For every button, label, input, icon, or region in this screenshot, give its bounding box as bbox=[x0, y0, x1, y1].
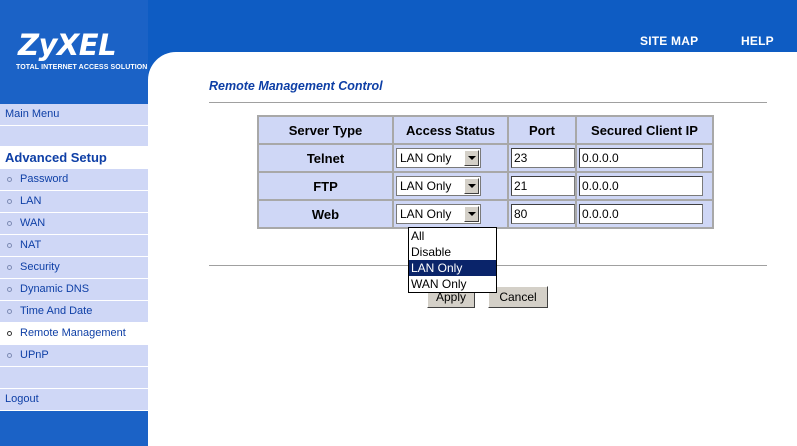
sidebar-spacer bbox=[0, 367, 148, 389]
column-header: Port bbox=[509, 117, 575, 143]
port-cell: 21 bbox=[509, 173, 575, 199]
dropdown-option-all[interactable]: All bbox=[409, 228, 496, 244]
port-cell: 23 bbox=[509, 145, 575, 171]
sidebar-spacer bbox=[0, 126, 148, 147]
help-link[interactable]: HELP bbox=[741, 34, 774, 48]
sidebar-item-label: Remote Management bbox=[20, 327, 126, 339]
select-value: LAN Only bbox=[400, 207, 452, 221]
bullet-icon bbox=[7, 287, 12, 292]
logo-tagline: TOTAL INTERNET ACCESS SOLUTION bbox=[16, 64, 148, 71]
access-status-cell: LAN Only bbox=[394, 145, 507, 171]
sidebar-item-label: Logout bbox=[5, 393, 39, 405]
bullet-icon bbox=[7, 353, 12, 358]
header-corner-curve bbox=[148, 52, 204, 108]
access-status-cell: LAN Only bbox=[394, 173, 507, 199]
server-type-cell: Web bbox=[259, 201, 392, 227]
chevron-down-icon[interactable] bbox=[464, 206, 479, 222]
table-row: Web LAN Only 80 0.0.0.0 bbox=[259, 201, 712, 227]
dropdown-option-disable[interactable]: Disable bbox=[409, 244, 496, 260]
sidebar-item-main-menu[interactable]: Main Menu bbox=[0, 104, 148, 126]
sidebar-item-label: Time And Date bbox=[20, 305, 93, 317]
remote-management-table: Server Type Access Status Port Secured C… bbox=[257, 115, 714, 229]
site-map-link[interactable]: SITE MAP bbox=[640, 34, 698, 48]
client-ip-cell: 0.0.0.0 bbox=[577, 173, 712, 199]
sidebar-item-security[interactable]: Security bbox=[0, 257, 148, 279]
cancel-button[interactable]: Cancel bbox=[488, 286, 548, 308]
bullet-icon bbox=[7, 221, 12, 226]
header-band bbox=[148, 24, 797, 52]
select-value: LAN Only bbox=[400, 151, 452, 165]
sidebar-item-label: Security bbox=[20, 261, 60, 273]
sidebar-item-label: Main Menu bbox=[5, 108, 60, 120]
sidebar-item-label: WAN bbox=[20, 217, 46, 229]
logo-wordmark: ZyXEL bbox=[18, 28, 117, 62]
bullet-icon bbox=[7, 309, 12, 314]
bullet-icon bbox=[7, 243, 12, 248]
server-type-cell: Telnet bbox=[259, 145, 392, 171]
sidebar-item-label: NAT bbox=[20, 239, 42, 251]
server-type-cell: FTP bbox=[259, 173, 392, 199]
access-status-cell: LAN Only bbox=[394, 201, 507, 227]
page-title: Remote Management Control bbox=[209, 79, 383, 93]
divider-top bbox=[209, 102, 767, 104]
sidebar-item-remote-management[interactable]: Remote Management bbox=[0, 323, 148, 345]
sidebar-item-time-and-date[interactable]: Time And Date bbox=[0, 301, 148, 323]
client-ip-input[interactable]: 0.0.0.0 bbox=[579, 176, 703, 196]
table-header-row: Server Type Access Status Port Secured C… bbox=[259, 117, 712, 143]
select-value: LAN Only bbox=[400, 179, 452, 193]
access-status-select[interactable]: LAN Only bbox=[396, 148, 481, 168]
port-input[interactable]: 23 bbox=[511, 148, 575, 168]
bullet-icon bbox=[7, 177, 12, 182]
bullet-icon bbox=[7, 265, 12, 270]
column-header: Secured Client IP bbox=[577, 117, 712, 143]
client-ip-cell: 0.0.0.0 bbox=[577, 145, 712, 171]
column-header: Access Status bbox=[394, 117, 507, 143]
bullet-icon bbox=[7, 199, 12, 204]
sidebar-item-label: Password bbox=[20, 173, 69, 185]
zyxel-logo: ZyXEL TOTAL INTERNET ACCESS SOLUTION bbox=[0, 24, 148, 84]
dropdown-option-lan-only[interactable]: LAN Only bbox=[409, 260, 496, 276]
sidebar-item-label: UPnP bbox=[20, 349, 49, 361]
sidebar-nav: Main Menu Advanced Setup Password LAN WA… bbox=[0, 104, 148, 411]
client-ip-input[interactable]: 0.0.0.0 bbox=[579, 148, 703, 168]
client-ip-cell: 0.0.0.0 bbox=[577, 201, 712, 227]
sidebar-item-label: Dynamic DNS bbox=[20, 283, 90, 295]
sidebar-item-logout[interactable]: Logout bbox=[0, 389, 148, 411]
port-cell: 80 bbox=[509, 201, 575, 227]
chevron-down-icon[interactable] bbox=[464, 178, 479, 194]
chevron-down-icon[interactable] bbox=[464, 150, 479, 166]
sidebar-item-wan[interactable]: WAN bbox=[0, 213, 148, 235]
access-status-dropdown-list: All Disable LAN Only WAN Only bbox=[408, 227, 497, 293]
port-input[interactable]: 21 bbox=[511, 176, 575, 196]
sidebar: ZyXEL TOTAL INTERNET ACCESS SOLUTION Mai… bbox=[0, 0, 148, 446]
client-ip-input[interactable]: 0.0.0.0 bbox=[579, 204, 703, 224]
bullet-icon bbox=[7, 331, 12, 336]
sidebar-section-label: Advanced Setup bbox=[5, 150, 107, 165]
port-input[interactable]: 80 bbox=[511, 204, 575, 224]
sidebar-item-upnp[interactable]: UPnP bbox=[0, 345, 148, 367]
sidebar-item-lan[interactable]: LAN bbox=[0, 191, 148, 213]
sidebar-section-advanced-setup: Advanced Setup bbox=[0, 147, 148, 169]
sidebar-item-dynamic-dns[interactable]: Dynamic DNS bbox=[0, 279, 148, 301]
table-row: Telnet LAN Only 23 0.0.0.0 bbox=[259, 145, 712, 171]
sidebar-item-label: LAN bbox=[20, 195, 42, 207]
sidebar-item-nat[interactable]: NAT bbox=[0, 235, 148, 257]
access-status-select[interactable]: LAN Only bbox=[396, 204, 481, 224]
sidebar-item-password[interactable]: Password bbox=[0, 169, 148, 191]
dropdown-option-wan-only[interactable]: WAN Only bbox=[409, 276, 496, 292]
access-status-select[interactable]: LAN Only bbox=[396, 176, 481, 196]
column-header: Server Type bbox=[259, 117, 392, 143]
table-row: FTP LAN Only 21 0.0.0.0 bbox=[259, 173, 712, 199]
